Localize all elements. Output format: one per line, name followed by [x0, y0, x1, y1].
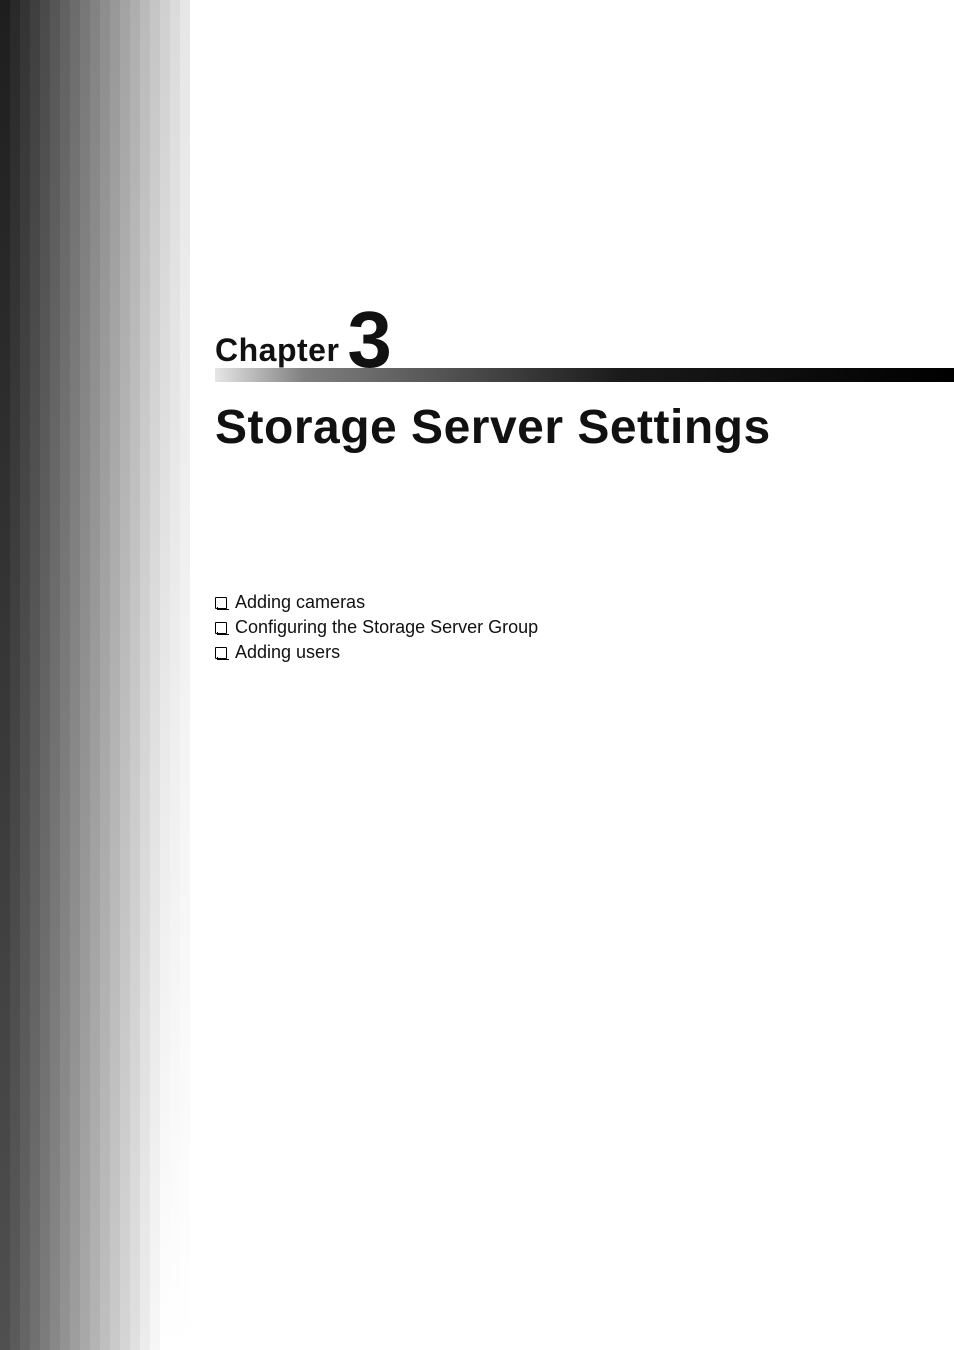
- toc-list: Adding cameras Configuring the Storage S…: [215, 588, 538, 667]
- bullet-icon: [215, 597, 227, 609]
- left-band-bar: [40, 0, 50, 1350]
- left-band-bar: [60, 0, 70, 1350]
- left-band-bar: [130, 0, 140, 1350]
- left-band-bar: [20, 0, 30, 1350]
- chapter-number: 3: [347, 306, 392, 374]
- toc-item-text: Adding users: [235, 642, 340, 663]
- left-band-bar: [120, 0, 130, 1350]
- left-band-bar: [160, 0, 170, 1350]
- left-band-bar: [140, 0, 150, 1350]
- toc-item: Adding users: [215, 642, 538, 663]
- chapter-label: Chapter: [215, 332, 339, 369]
- left-gradient-band: [0, 0, 190, 1350]
- left-band-bar: [10, 0, 20, 1350]
- toc-item: Adding cameras: [215, 592, 538, 613]
- left-band-bar: [150, 0, 160, 1350]
- toc-item-text: Adding cameras: [235, 592, 365, 613]
- chapter-line: Chapter 3: [215, 300, 392, 369]
- horizontal-rule: [215, 368, 954, 382]
- left-band-bar: [180, 0, 190, 1350]
- left-band-bar: [170, 0, 180, 1350]
- left-band-bar: [0, 0, 10, 1350]
- left-band-bar: [50, 0, 60, 1350]
- left-band-bar: [70, 0, 80, 1350]
- toc-item-text: Configuring the Storage Server Group: [235, 617, 538, 638]
- toc-item: Configuring the Storage Server Group: [215, 617, 538, 638]
- left-band-bar: [80, 0, 90, 1350]
- left-band-bar: [90, 0, 100, 1350]
- left-band-bar: [110, 0, 120, 1350]
- bullet-icon: [215, 622, 227, 634]
- left-band-bar: [100, 0, 110, 1350]
- content-area: Chapter 3 Storage Server Settings Adding…: [215, 0, 954, 1350]
- left-band-bar: [30, 0, 40, 1350]
- chapter-title: Storage Server Settings: [215, 400, 771, 455]
- bullet-icon: [215, 647, 227, 659]
